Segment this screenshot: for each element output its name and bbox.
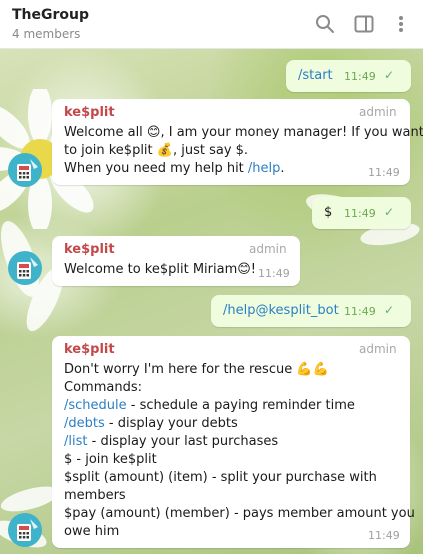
help-command-link[interactable]: /help <box>248 161 280 176</box>
message-line: to join ke$plit 💰, just say $. <box>64 143 249 158</box>
message-incoming[interactable]: ke$plit admin Don't worry I'm here for t… <box>52 336 415 548</box>
member-count[interactable]: 4 members <box>12 27 80 41</box>
message-line: When you need my help hit /help. <box>64 161 285 176</box>
message-incoming[interactable]: ke$plit admin Welcome all 😊, I am your m… <box>52 99 423 185</box>
more-vertical-icon[interactable] <box>390 13 412 35</box>
message-time: 11:49 <box>344 207 376 220</box>
message-time: 11:49 <box>368 166 400 179</box>
read-check-icon: ✓ <box>384 205 395 219</box>
message-line: /debts - display your debts <box>64 416 238 431</box>
message-line: Welcome to ke$plit Miriam😊! <box>64 262 257 277</box>
start-command-link[interactable]: /start <box>298 67 333 85</box>
flexed-biceps-emoji-icon: 💪💪 <box>296 362 329 377</box>
sidebar-toggle-icon[interactable] <box>353 13 375 35</box>
message-outgoing[interactable]: /start 11:49 ✓ <box>286 60 411 92</box>
message-outgoing[interactable]: /help@kesplit_bot 11:49 ✓ <box>211 295 411 327</box>
help-command-link[interactable]: /help@kesplit_bot <box>223 302 339 320</box>
message-line: $split (amount) (item) - split your purc… <box>64 470 377 485</box>
admin-badge: admin <box>249 242 287 256</box>
message-line: $ - join ke$plit <box>64 452 157 467</box>
debts-command-link[interactable]: /debts <box>64 416 105 431</box>
money-bag-emoji-icon: 💰 <box>156 143 173 158</box>
chat-title[interactable]: TheGroup <box>12 7 89 23</box>
message-line: /list - display your last purchases <box>64 434 279 449</box>
message-line: $pay (amount) (member) - pays member amo… <box>64 506 415 521</box>
list-command-link[interactable]: /list <box>64 434 87 449</box>
calculator-avatar-icon[interactable] <box>8 513 42 547</box>
message-incoming[interactable]: ke$plit admin Welcome to ke$plit Miriam😊… <box>52 236 300 286</box>
message-time: 11:49 <box>344 305 376 318</box>
schedule-command-link[interactable]: /schedule <box>64 398 127 413</box>
calculator-avatar-icon[interactable] <box>8 251 42 285</box>
read-check-icon: ✓ <box>384 303 395 317</box>
read-check-icon: ✓ <box>384 68 395 82</box>
sender-name[interactable]: ke$plit <box>64 105 115 120</box>
message-line: members <box>64 488 126 503</box>
message-time: 11:49 <box>368 529 400 542</box>
message-line: Don't worry I'm here for the rescue 💪💪 <box>64 362 329 377</box>
sender-name[interactable]: ke$plit <box>64 242 115 257</box>
message-time: 11:49 <box>258 267 290 280</box>
message-outgoing[interactable]: $ 11:49 ✓ <box>312 197 411 229</box>
search-icon[interactable] <box>314 13 336 35</box>
smiling-emoji-icon: 😊 <box>237 262 251 277</box>
message-time: 11:49 <box>344 70 376 83</box>
message-line: owe him <box>64 524 120 539</box>
message-line: /schedule - schedule a paying reminder t… <box>64 398 355 413</box>
admin-badge: admin <box>359 342 397 356</box>
admin-badge: admin <box>359 105 397 119</box>
calculator-avatar-icon[interactable] <box>8 153 42 187</box>
chat-area[interactable]: /start 11:49 ✓ ke$plit admin Welcome all… <box>0 49 423 554</box>
message-text: $ <box>324 205 333 220</box>
message-line: Commands: <box>64 380 142 395</box>
sender-name[interactable]: ke$plit <box>64 342 115 357</box>
chat-header: TheGroup 4 members <box>0 0 423 49</box>
grinning-emoji-icon: 😊 <box>146 125 161 140</box>
message-line: Welcome all 😊, I am your money manager! … <box>64 125 423 140</box>
